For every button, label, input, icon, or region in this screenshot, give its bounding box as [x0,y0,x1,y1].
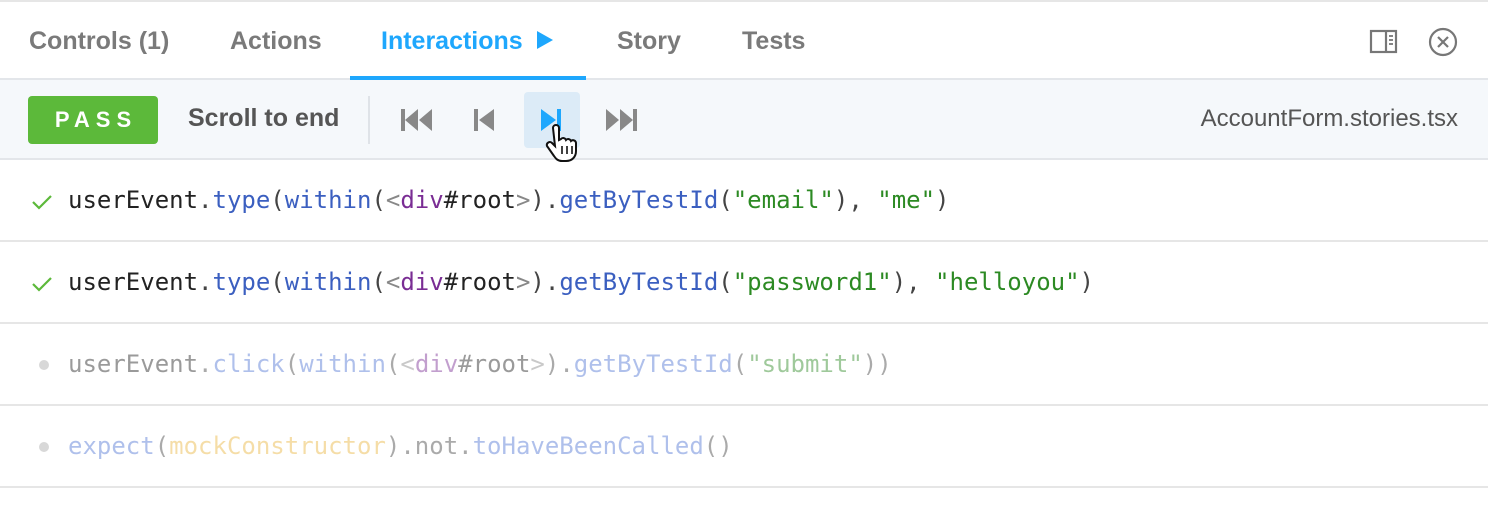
code-punct: ( [718,268,733,296]
code-tag: div [400,268,444,296]
interaction-row[interactable]: userEvent.click(within(<div#root>).getBy… [0,324,1488,406]
tab-tests[interactable]: Tests [742,2,805,80]
pending-dot-icon [39,442,49,452]
tab-story[interactable]: Story [617,2,681,80]
code-punct: ( [284,350,300,378]
code-punct: )) [862,350,892,378]
code-string: "password1" [732,268,892,296]
code-string: "submit" [747,350,863,378]
code-method: type [212,268,271,296]
code-method: click [212,350,285,378]
code-selector: #root [443,186,516,214]
code-string: "me" [877,186,936,214]
code-getter: getByTestId [559,186,719,214]
code-punct: ( [371,268,386,296]
check-icon [32,195,52,210]
interaction-code: userEvent.type(within(<div#root>).getByT… [68,242,1094,322]
code-string: "email" [732,186,834,214]
interaction-row[interactable]: expect(mockConstructor).not.toHaveBeenCa… [0,406,1488,488]
addon-tab-bar: Controls (1) Actions Interactions Story … [0,0,1488,81]
code-punct: ), [891,268,936,296]
code-punct: ( [385,350,401,378]
code-tag: div [400,186,444,214]
rewind-icon [401,109,432,131]
hand-cursor-icon [545,124,577,162]
code-punct: ).not. [385,432,473,460]
tab-actions[interactable]: Actions [230,2,322,80]
interaction-code: userEvent.type(within(<div#root>).getByT… [68,160,950,240]
code-within: within [299,350,386,378]
step-back-button[interactable] [458,92,514,148]
code-punct: ( [732,350,748,378]
fast-forward-icon [606,109,637,131]
code-punct: . [198,350,213,378]
code-punct: ( [154,432,170,460]
close-icon[interactable] [1427,26,1459,58]
check-icon [32,277,52,292]
code-object: userEvent [68,186,199,214]
code-punct: . [198,186,213,214]
code-object: userEvent [68,268,199,296]
go-to-end-button[interactable] [592,92,648,148]
pending-dot-icon [39,360,49,370]
play-icon [536,31,553,50]
toolbar-divider [368,96,370,144]
tab-interactions[interactable]: Interactions [381,2,553,80]
code-object: userEvent [68,350,199,378]
interaction-code: userEvent.click(within(<div#root>).getBy… [68,324,892,404]
code-punct: . [198,268,213,296]
status-badge: PASS [28,96,158,144]
code-punct: ( [718,186,733,214]
code-method: toHaveBeenCalled [472,432,704,460]
code-punct: () [703,432,733,460]
code-selector: #root [458,350,531,378]
sidebar-toggle-icon[interactable] [1368,26,1400,58]
scroll-to-end-button[interactable]: Scroll to end [188,80,339,158]
code-string: "helloyou" [935,268,1080,296]
code-bracket: > [515,186,531,214]
code-punct: ). [530,186,560,214]
tab-interactions-label: Interactions [381,27,523,55]
code-bracket: < [385,186,401,214]
code-punct: ). [530,268,560,296]
code-function: expect [68,432,155,460]
story-filename: AccountForm.stories.tsx [1200,105,1458,132]
code-getter: getByTestId [559,268,719,296]
tab-controls[interactable]: Controls (1) [29,2,169,80]
code-within: within [284,186,372,214]
interaction-code: expect(mockConstructor).not.toHaveBeenCa… [68,406,733,486]
code-getter: getByTestId [573,350,733,378]
code-punct: ), [833,186,878,214]
code-bracket: < [385,268,401,296]
code-punct: ( [270,268,285,296]
step-back-icon [474,109,494,131]
code-variable: mockConstructor [169,432,386,460]
code-tag: div [414,350,459,378]
interactions-toolbar: PASS Scroll to end AccountForm.stories.t… [0,80,1488,162]
code-punct: ( [371,186,386,214]
code-method: type [212,186,271,214]
code-bracket: < [400,350,415,378]
interaction-row[interactable]: userEvent.type(within(<div#root>).getByT… [0,160,1488,242]
code-bracket: > [515,268,531,296]
code-punct: ). [544,350,574,378]
code-punct: ) [1079,268,1094,296]
code-punct: ) [935,186,950,214]
go-to-start-button[interactable] [388,92,444,148]
code-bracket: > [530,350,545,378]
code-selector: #root [443,268,516,296]
code-within: within [284,268,372,296]
code-punct: ( [270,186,285,214]
interaction-row[interactable]: userEvent.type(within(<div#root>).getByT… [0,242,1488,324]
